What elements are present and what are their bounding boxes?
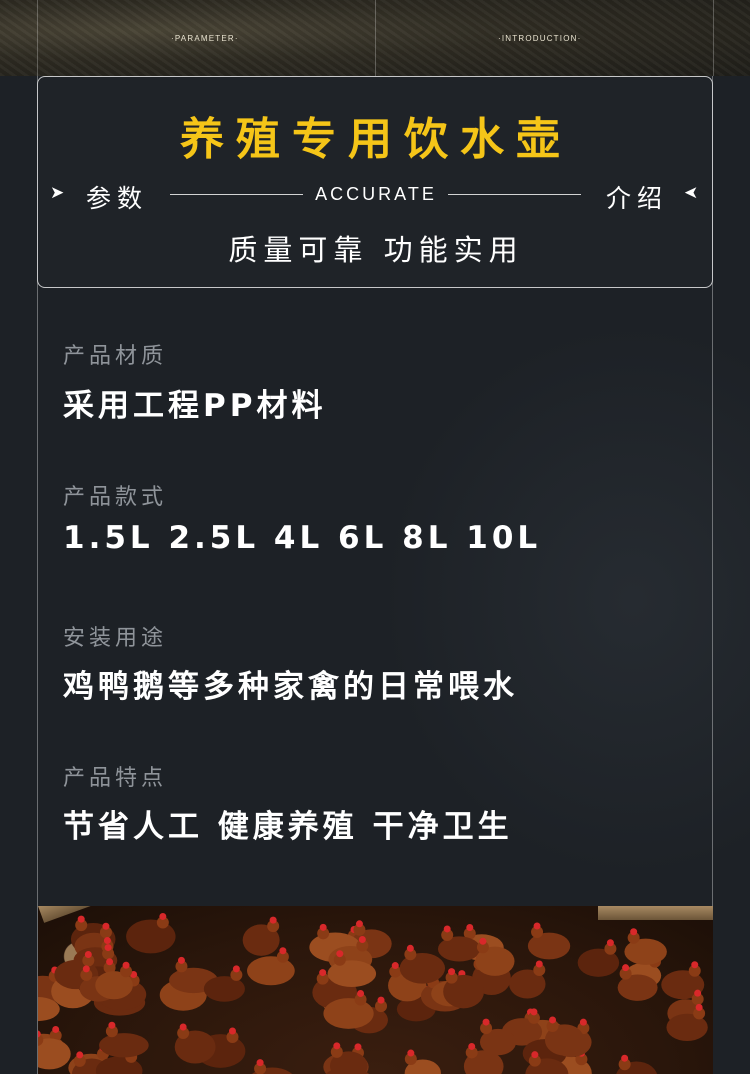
hen-comb [354,1043,362,1051]
hen-comb [319,923,327,931]
hen-comb [104,944,112,952]
param-value-material: 采用工程PP材料 [63,388,327,424]
hen-comb [103,936,111,944]
hen-comb [691,961,699,969]
divider [37,0,38,76]
hen-comb [448,968,456,976]
hen-comb [443,925,451,933]
hen-comb [358,935,366,943]
hen-comb [319,969,327,977]
hen-body [323,998,374,1029]
hen-body [327,960,377,987]
hen-body [247,956,295,986]
arrow-left-icon: ➤ [684,183,699,203]
hen-comb [530,1008,538,1016]
hen-comb [77,915,85,923]
hen-comb [479,937,487,945]
parameter-label: ·PARAMETER· [171,34,239,43]
param-label-features: 产品特点 [63,766,168,791]
hen-comb [122,961,130,969]
param-label-material: 产品材质 [63,344,168,369]
hen-comb [279,947,287,955]
param-value-style: 1.5L 2.5L 4L 6L 8L 10L [63,520,542,556]
divider [713,0,714,76]
hen-comb [531,1051,539,1059]
hen-comb [232,965,240,973]
hen-comb [333,1042,341,1050]
hen-comb [355,920,363,928]
hen-comb [357,989,365,997]
param-value-features: 节省人工 健康养殖 干净卫生 [63,809,513,845]
hen-comb [179,1023,187,1031]
hen-comb [102,922,110,930]
intro-heading: 介绍 [606,184,669,213]
hen-comb [622,964,630,972]
introduction-label: ·INTRODUCTION· [498,34,582,43]
hen-comb [407,1049,415,1057]
hen-comb [468,1042,476,1050]
hen-comb [482,1018,490,1026]
hen-comb [549,1016,557,1024]
hen-comb [606,939,614,947]
hen-comb [177,956,185,964]
hen-comb [159,912,167,920]
param-label-style: 产品款式 [63,485,168,510]
hen-comb [52,1025,60,1033]
subtitle: 质量可靠 功能实用 [228,233,524,267]
hen-comb [406,944,414,952]
title-row: ➤ 参数 ACCURATE 介绍 ➤ [38,177,714,217]
hen-comb [630,928,638,936]
hen-comb [256,1059,264,1067]
hen-comb [269,916,277,924]
chickens-illustration [38,912,708,1074]
hen-comb [579,1018,587,1026]
hen-comb [694,989,702,997]
param-label-usage: 安装用途 [63,626,168,651]
hen-comb [391,962,399,970]
hen-comb [76,1051,84,1059]
page-title: 养殖专用饮水壶 [180,114,572,165]
divider-line [448,194,581,195]
hen-comb [621,1054,629,1062]
hen-body [99,1033,149,1058]
hen-comb [82,965,90,973]
chickens-photo [38,906,713,1074]
hen-comb [336,950,344,958]
param-value-usage: 鸡鸭鹅等多种家禽的日常喂水 [63,669,518,705]
hen-comb [228,1027,236,1035]
hen-comb [84,951,92,959]
divider [375,0,376,76]
hen-comb [377,996,385,1004]
hen-comb [106,958,114,966]
title-box: 养殖专用饮水壶 ➤ 参数 ACCURATE 介绍 ➤ 质量可靠 功能实用 [37,76,713,288]
hen-comb [108,1021,116,1029]
hen-body [38,1038,71,1070]
hen-comb [695,1003,703,1011]
hen-comb [533,922,541,930]
hen-comb [535,960,543,968]
hen-comb [466,923,474,931]
